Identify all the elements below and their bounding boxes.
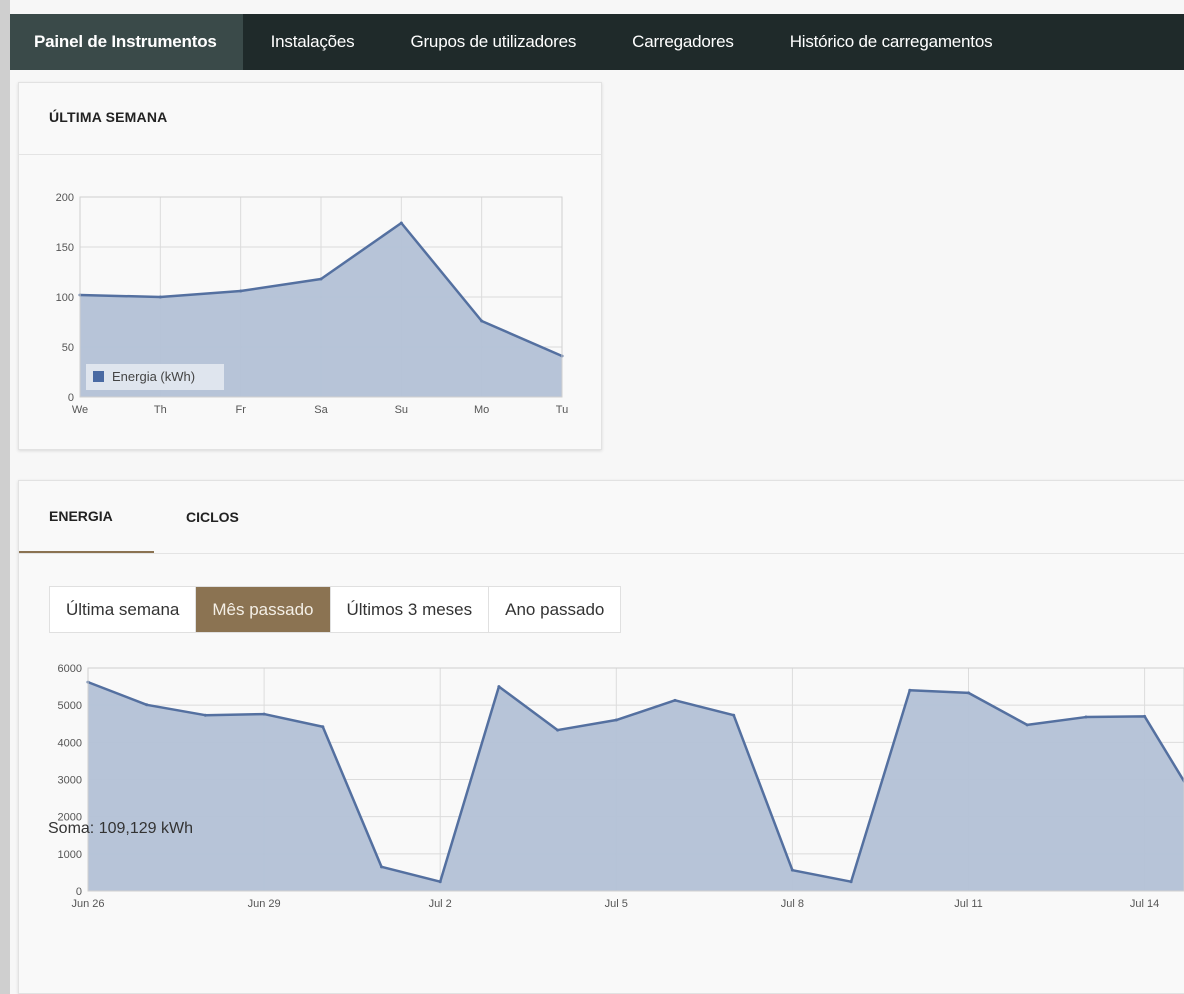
y-tick-label: 4000 — [58, 737, 82, 749]
x-tick-label: Jul 2 — [429, 898, 452, 910]
data-point — [480, 319, 484, 323]
data-point — [145, 703, 149, 707]
data-point — [849, 880, 853, 884]
data-point — [497, 685, 501, 689]
data-point — [321, 725, 325, 729]
data-point — [262, 712, 266, 716]
x-tick-label: Jul 14 — [1130, 898, 1159, 910]
y-tick-label: 200 — [56, 192, 74, 204]
x-tick-label: Jul 11 — [954, 898, 983, 910]
x-tick-label: Fr — [235, 404, 246, 416]
tab-cycles[interactable]: CICLOS — [154, 481, 239, 553]
top-navigation: Painel de Instrumentos Instalações Grupo… — [10, 14, 1184, 70]
data-point — [967, 691, 970, 695]
legend-swatch — [93, 371, 104, 382]
data-point — [908, 688, 912, 692]
data-point — [673, 698, 677, 702]
nav-item-charging-history[interactable]: Histórico de carregamentos — [762, 14, 1021, 70]
data-point — [790, 868, 794, 872]
x-tick-label: We — [72, 404, 88, 416]
data-point — [399, 221, 403, 225]
x-tick-label: Th — [154, 404, 167, 416]
x-tick-label: Sa — [314, 404, 328, 416]
y-tick-label: 1000 — [58, 849, 82, 861]
card-title: ÚLTIMA SEMANA — [49, 109, 168, 125]
data-point — [438, 880, 442, 884]
data-point — [732, 713, 736, 717]
data-point — [1143, 714, 1147, 718]
chart-legend: Energia (kWh) — [86, 364, 224, 390]
last-week-chart: 0 50 100 150 200 We Th Fr Sa Su Mo Tu Energia (kWh) — [56, 192, 569, 416]
range-last-year-button[interactable]: Ano passado — [489, 587, 620, 632]
energy-tabs: ENERGIA CICLOS — [19, 481, 239, 553]
card-divider — [19, 154, 601, 155]
data-point — [1084, 715, 1088, 719]
y-tick-label: 50 — [62, 342, 74, 354]
nav-item-user-groups[interactable]: Grupos de utilizadores — [382, 14, 604, 70]
y-tick-label: 6000 — [58, 663, 82, 675]
data-point — [1025, 723, 1029, 727]
y-tick-label: 150 — [56, 242, 74, 254]
data-point — [239, 289, 243, 293]
time-range-selector: Última semana Mês passado Últimos 3 mese… — [49, 586, 622, 633]
range-last-week-button[interactable]: Última semana — [50, 587, 197, 632]
y-tick-label: 5000 — [58, 700, 82, 712]
data-point — [203, 713, 207, 717]
nav-item-dashboard[interactable]: Painel de Instrumentos — [10, 14, 243, 70]
nav-item-chargers[interactable]: Carregadores — [604, 14, 762, 70]
data-point — [614, 718, 618, 722]
nav-item-installations[interactable]: Instalações — [243, 14, 383, 70]
tabs-divider — [19, 553, 1184, 554]
data-point — [319, 277, 323, 281]
y-tick-label: 3000 — [58, 775, 82, 787]
data-point — [556, 728, 560, 732]
last-month-chart: 0100020003000400050006000Jun 26 Jun 29 Jul… — [58, 663, 1184, 910]
x-tick-label: Jul 8 — [781, 898, 804, 910]
y-tick-label: 100 — [56, 292, 74, 304]
data-point — [158, 295, 162, 299]
y-tick-label: 0 — [68, 392, 74, 404]
x-tick-label: Jun 29 — [248, 898, 281, 910]
legend-label: Energia (kWh) — [112, 369, 195, 384]
energy-sum: Soma: 109,129 kWh — [48, 820, 193, 837]
x-tick-label: Mo — [474, 404, 489, 416]
x-tick-label: Jun 26 — [71, 898, 104, 910]
range-last-3-months-button[interactable]: Últimos 3 meses — [331, 587, 490, 632]
x-tick-label: Jul 5 — [605, 898, 628, 910]
data-point — [380, 865, 383, 869]
tab-energy[interactable]: ENERGIA — [19, 481, 154, 553]
range-last-month-button[interactable]: Mês passado — [196, 587, 331, 632]
x-tick-label: Su — [395, 404, 408, 416]
x-tick-label: Tu — [556, 404, 568, 416]
y-tick-label: 0 — [76, 886, 82, 898]
